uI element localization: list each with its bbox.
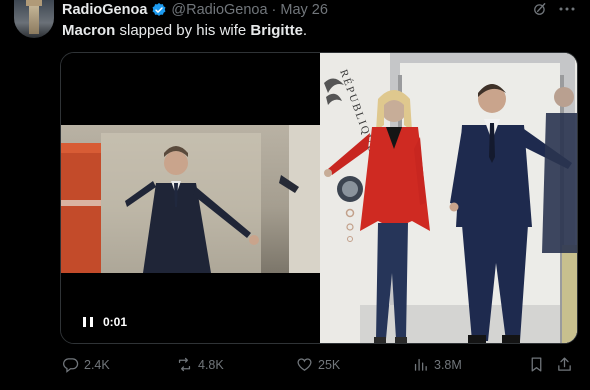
bookmark-button[interactable]: [528, 356, 550, 373]
photo-scene: RÉPUBLIQUE: [320, 53, 577, 343]
video-scene: [61, 125, 320, 273]
tweet-header: RadioGenoa @RadioGenoa · May 26: [62, 0, 328, 20]
video-timestamp: 0:01: [103, 315, 128, 329]
photo[interactable]: RÉPUBLIQUE: [320, 53, 577, 343]
playback-controls: 0:01: [81, 315, 127, 329]
tweet: RadioGenoa @RadioGenoa · May 26 Macron s…: [0, 0, 590, 390]
like-count: 25K: [318, 357, 341, 372]
verified-badge-icon[interactable]: [151, 2, 167, 18]
grok-icon[interactable]: [533, 2, 547, 16]
post-date[interactable]: May 26: [280, 2, 328, 18]
avatar[interactable]: [14, 0, 54, 38]
share-button[interactable]: [556, 356, 578, 373]
reply-icon: [63, 358, 79, 373]
repost-icon: [178, 357, 191, 372]
tweet-end-punctuation: .: [302, 22, 308, 39]
display-name[interactable]: RadioGenoa: [62, 2, 147, 18]
pause-icon[interactable]: [81, 315, 95, 329]
lighthouse-tower-graphic: [26, 0, 42, 34]
views-chart-icon: [414, 358, 427, 371]
repost-button[interactable]: 4.8K: [176, 356, 224, 373]
action-bar: 2.4K 4.8K 25K 3.8M: [60, 356, 578, 378]
bookmark-icon: [531, 357, 542, 372]
more-options-icon[interactable]: [558, 3, 576, 15]
handle[interactable]: @RadioGenoa: [171, 2, 267, 18]
media-container[interactable]: 0:01 RÉPUBLIQUE: [60, 52, 578, 344]
reply-button[interactable]: 2.4K: [62, 356, 110, 373]
repost-count: 4.8K: [198, 357, 224, 372]
like-button[interactable]: 25K: [296, 356, 340, 373]
video-frame[interactable]: [61, 125, 320, 273]
separator-dot: ·: [271, 2, 277, 18]
video-player[interactable]: 0:01: [61, 53, 320, 343]
view-count: 3.8M: [434, 357, 462, 372]
reply-count: 2.4K: [84, 357, 110, 372]
share-icon: [558, 357, 571, 371]
heart-icon: [297, 358, 312, 371]
views-button[interactable]: 3.8M: [412, 356, 462, 373]
tweet-body-text: slapped by his wife: [115, 22, 251, 39]
tweet-text: Macron slapped by his wife Brigitte.: [62, 22, 307, 39]
tweet-bold-name: Brigitte: [250, 22, 303, 39]
tweet-bold-subject: Macron: [62, 22, 116, 39]
